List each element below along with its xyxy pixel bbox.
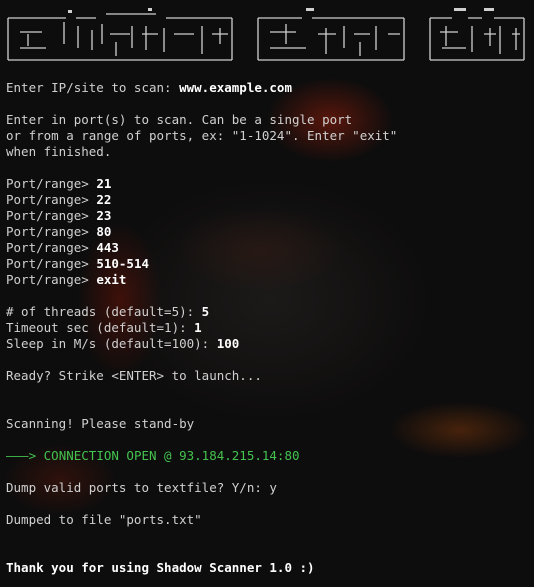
dump-question: Dump valid ports to textfile? Y/n: y xyxy=(6,480,277,495)
port-prompt: Port/range> xyxy=(6,240,97,255)
threads-value: 5 xyxy=(201,304,210,319)
threads-label: # of threads (default=5): xyxy=(6,304,202,319)
port-entry-line: Port/range> 443 xyxy=(6,240,119,256)
scanning-message: Scanning! Please stand-by xyxy=(6,416,195,431)
port-entry-value: 443 xyxy=(96,240,119,255)
port-entry-value: 23 xyxy=(96,208,112,223)
port-prompt: Port/range> xyxy=(6,208,97,223)
dumped-message: Dumped to file "ports.txt" xyxy=(6,512,202,527)
port-entry-value: 80 xyxy=(96,224,112,239)
ports-help-line-3: when finished. xyxy=(6,144,112,159)
target-label: Enter IP/site to scan: xyxy=(6,80,180,95)
port-prompt: Port/range> xyxy=(6,256,97,271)
timeout-line: Timeout sec (default=1): 1 xyxy=(6,320,202,336)
thanks-message: Thank you for using Shadow Scanner 1.0 :… xyxy=(6,560,315,575)
port-prompt: Port/range> xyxy=(6,272,97,287)
sleep-label: Sleep in M/s (default=100): xyxy=(6,336,217,351)
port-prompt: Port/range> xyxy=(6,192,97,207)
port-entry-value: 510-514 xyxy=(96,256,149,271)
port-prompt: Port/range> xyxy=(6,176,97,191)
connection-line: ———> CONNECTION OPEN @ 93.184.215.14:80 xyxy=(6,448,300,464)
port-entry-line: Port/range> 80 xyxy=(6,224,111,240)
port-prompt: Port/range> xyxy=(6,224,97,239)
port-entry-line: Port/range> 23 xyxy=(6,208,111,224)
port-entry-line: Port/range> 510-514 xyxy=(6,256,149,272)
arrow-icon: ———> xyxy=(6,448,44,463)
port-entry-value: 22 xyxy=(96,192,112,207)
ports-help-line-1: Enter in port(s) to scan. Can be a singl… xyxy=(6,112,353,127)
sleep-value: 100 xyxy=(216,336,240,351)
terminal-window: Enter IP/site to scan: www.example.com E… xyxy=(0,0,534,587)
target-input-value: www.example.com xyxy=(179,80,292,95)
ready-message: Ready? Strike <ENTER> to launch... xyxy=(6,368,262,383)
target-prompt-line: Enter IP/site to scan: www.example.com xyxy=(6,80,292,96)
ports-help-line-2: or from a range of ports, ex: "1-1024". … xyxy=(6,128,398,143)
timeout-value: 1 xyxy=(194,320,202,335)
port-entry-value: exit xyxy=(96,272,127,287)
threads-line: # of threads (default=5): 5 xyxy=(6,304,209,320)
connection-message: CONNECTION OPEN @ 93.184.215.14:80 xyxy=(43,448,300,463)
port-entry-line: Port/range> 21 xyxy=(6,176,111,192)
port-entry-value: 21 xyxy=(96,176,112,191)
ascii-art-banner xyxy=(6,4,528,62)
port-entry-line: Port/range> 22 xyxy=(6,192,111,208)
timeout-label: Timeout sec (default=1): xyxy=(6,320,195,335)
port-entry-line: Port/range> exit xyxy=(6,272,126,288)
sleep-line: Sleep in M/s (default=100): 100 xyxy=(6,336,239,352)
